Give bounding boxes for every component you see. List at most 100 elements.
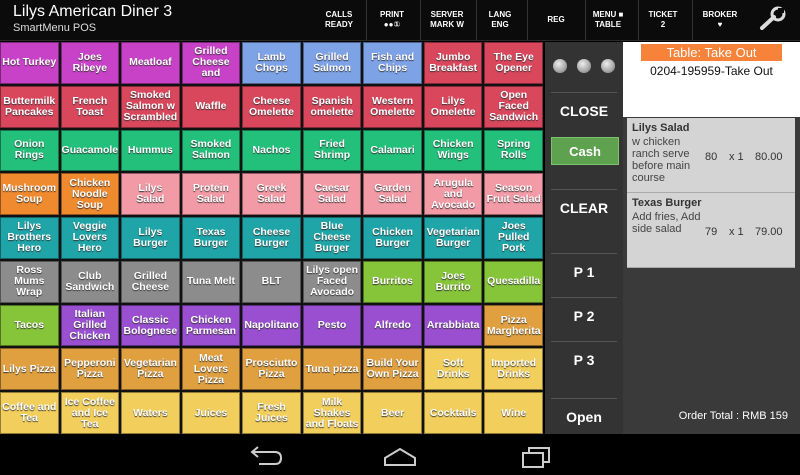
menu-tile[interactable]: Italian Grilled Chicken	[60, 304, 120, 347]
menu-tile[interactable]: Western Omelette	[363, 85, 422, 128]
menu-tile[interactable]: Vegetarian Pizza	[121, 348, 180, 391]
menu-tile[interactable]: Club Sandwich	[60, 260, 120, 303]
menu-tile[interactable]: Tacos	[0, 304, 59, 347]
menu-tile[interactable]: Beer	[363, 392, 422, 434]
menu-tile[interactable]: The Eye Opener	[484, 42, 543, 84]
menu-tile[interactable]: Waters	[121, 392, 180, 434]
table-badge[interactable]: Table: Take Out	[641, 44, 782, 61]
menu-tile[interactable]: Cheese Omelette	[242, 85, 301, 128]
menu-tile[interactable]: Caesar Salad	[302, 173, 362, 216]
menu-tile[interactable]: Ice Coffee and Ice Tea	[60, 392, 120, 434]
p1-button[interactable]: P 1	[551, 253, 617, 290]
menu-tile[interactable]: Chicken Wings	[423, 129, 483, 172]
menu-tile[interactable]: Lilys Omelette	[423, 85, 483, 128]
broker-button[interactable]: BROKER ♥	[692, 0, 747, 40]
menu-tile[interactable]: Season Fruit Salad	[484, 173, 543, 216]
menu-tile[interactable]: Jumbo Breakfast	[423, 42, 483, 84]
p3-button[interactable]: P 3	[551, 341, 617, 378]
menu-tile[interactable]: Juices	[181, 392, 241, 434]
menu-tile[interactable]: Joes Ribeye	[60, 42, 120, 84]
back-icon[interactable]	[245, 444, 285, 468]
menu-tile[interactable]: Meat Lovers Pizza	[181, 348, 241, 391]
menu-tile[interactable]: Wine	[484, 392, 543, 434]
menu-tile[interactable]: Vegetarian Burger	[423, 217, 483, 259]
menu-tile[interactable]: Lilys Brothers Hero	[0, 217, 59, 259]
menu-tile[interactable]: Arugula and Avocado	[423, 173, 483, 216]
menu-tile[interactable]: Veggie Lovers Hero	[60, 217, 120, 259]
menu-tile[interactable]: Build Your Own Pizza	[363, 348, 422, 391]
menu-tile[interactable]: Chicken Parmesan	[181, 304, 241, 347]
menu-tile[interactable]: Tuna pizza	[302, 348, 362, 391]
menu-tile[interactable]: Lamb Chops	[242, 42, 301, 84]
menu-tile[interactable]: Spanish omelette	[302, 85, 362, 128]
menu-tile[interactable]: French Toast	[60, 85, 120, 128]
menu-tile[interactable]: Lilys Burger	[121, 217, 180, 259]
menu-tile[interactable]: Spring Rolls	[484, 129, 543, 172]
menu-tile[interactable]: Hummus	[121, 129, 180, 172]
menu-tile[interactable]: Pepperoni Pizza	[60, 348, 120, 391]
server-button[interactable]: SERVER MARK W	[420, 0, 473, 40]
menu-tile[interactable]: Napolitano	[242, 304, 301, 347]
close-button[interactable]: CLOSE	[551, 92, 617, 129]
menu-tile[interactable]: Texas Burger	[181, 217, 241, 259]
menu-tile[interactable]: Chicken Noodle Soup	[60, 173, 120, 216]
menu-tile[interactable]: Hot Turkey	[0, 42, 59, 84]
menu-tile[interactable]: Grilled Salmon	[302, 42, 362, 84]
recent-apps-icon[interactable]	[515, 444, 555, 468]
menu-tile[interactable]: Imported Drinks	[484, 348, 543, 391]
reg-button[interactable]: REG	[527, 0, 584, 40]
menu-tile[interactable]: Fish and Chips	[363, 42, 422, 84]
menu-tile[interactable]: BLT	[242, 260, 301, 303]
cash-button[interactable]: Cash	[551, 137, 619, 165]
order-item[interactable]: Texas Burger Add fries, Add side salad 7…	[627, 193, 795, 268]
menu-tile[interactable]: Chicken Burger	[363, 217, 422, 259]
menu-tile[interactable]: Lilys Pizza	[0, 348, 59, 391]
menu-tile[interactable]: Onion Rings	[0, 129, 59, 172]
menu-tile[interactable]: Cocktails	[423, 392, 483, 434]
menu-tile[interactable]: Quesadilla	[484, 260, 543, 303]
menu-tile[interactable]: Alfredo	[363, 304, 422, 347]
menu-tile[interactable]: Protein Salad	[181, 173, 241, 216]
menu-tile[interactable]: Smoked Salmon	[181, 129, 241, 172]
menu-tile[interactable]: Lilys Salad	[121, 173, 180, 216]
menu-tile[interactable]: Greek Salad	[242, 173, 301, 216]
calls-ready-button[interactable]: CALLS READY	[318, 0, 360, 40]
menu-tile[interactable]: Guacamole	[60, 129, 120, 172]
order-item[interactable]: Lilys Salad w chicken ranch serve before…	[627, 118, 795, 193]
menu-tile[interactable]: Grilled Cheese and	[181, 42, 241, 84]
menu-tile[interactable]: Classic Bolognese	[121, 304, 180, 347]
menu-tile[interactable]: Garden Salad	[363, 173, 422, 216]
clear-button[interactable]: CLEAR	[551, 189, 617, 226]
menu-tile[interactable]: Blue Cheese Burger	[302, 217, 362, 259]
menu-tile[interactable]: Meatloaf	[121, 42, 180, 84]
menu-tile[interactable]: Nachos	[242, 129, 301, 172]
menu-table-button[interactable]: MENU ■ TABLE	[585, 0, 630, 40]
lang-button[interactable]: LANG ENG	[476, 0, 523, 40]
menu-tile[interactable]: Calamari	[363, 129, 422, 172]
menu-tile[interactable]: Mushroom Soup	[0, 173, 59, 216]
menu-tile[interactable]: Joes Pulled Pork	[484, 217, 543, 259]
menu-tile[interactable]: Coffee and Tea	[0, 392, 59, 434]
menu-tile[interactable]: Buttermilk Pancakes	[0, 85, 59, 128]
menu-tile[interactable]: Lilys open Faced Avocado	[302, 260, 362, 303]
menu-tile[interactable]: Cheese Burger	[242, 217, 301, 259]
menu-tile[interactable]: Smoked Salmon w Scrambled	[121, 85, 180, 128]
menu-tile[interactable]: Fried Shrimp	[302, 129, 362, 172]
menu-tile[interactable]: Burritos	[363, 260, 422, 303]
home-icon[interactable]	[380, 444, 420, 468]
menu-tile[interactable]: Ross Mums Wrap	[0, 260, 59, 303]
menu-tile[interactable]: Grilled Cheese	[121, 260, 180, 303]
menu-tile[interactable]: Waffle	[181, 85, 241, 128]
menu-tile[interactable]: Pesto	[302, 304, 362, 347]
menu-tile[interactable]: Soft Drinks	[423, 348, 483, 391]
menu-tile[interactable]: Joes Burrito	[423, 260, 483, 303]
print-button[interactable]: PRINT ●●①	[366, 0, 417, 40]
menu-tile[interactable]: Tuna Melt	[181, 260, 241, 303]
menu-tile[interactable]: Pizza Margherita	[484, 304, 543, 347]
open-button[interactable]: Open	[551, 398, 617, 435]
ticket-button[interactable]: TICKET 2	[638, 0, 687, 40]
p2-button[interactable]: P 2	[551, 297, 617, 334]
menu-tile[interactable]: Fresh Juices	[242, 392, 301, 434]
menu-tile[interactable]: Milk Shakes and Floats	[302, 392, 362, 434]
menu-tile[interactable]: Prosciutto Pizza	[242, 348, 301, 391]
